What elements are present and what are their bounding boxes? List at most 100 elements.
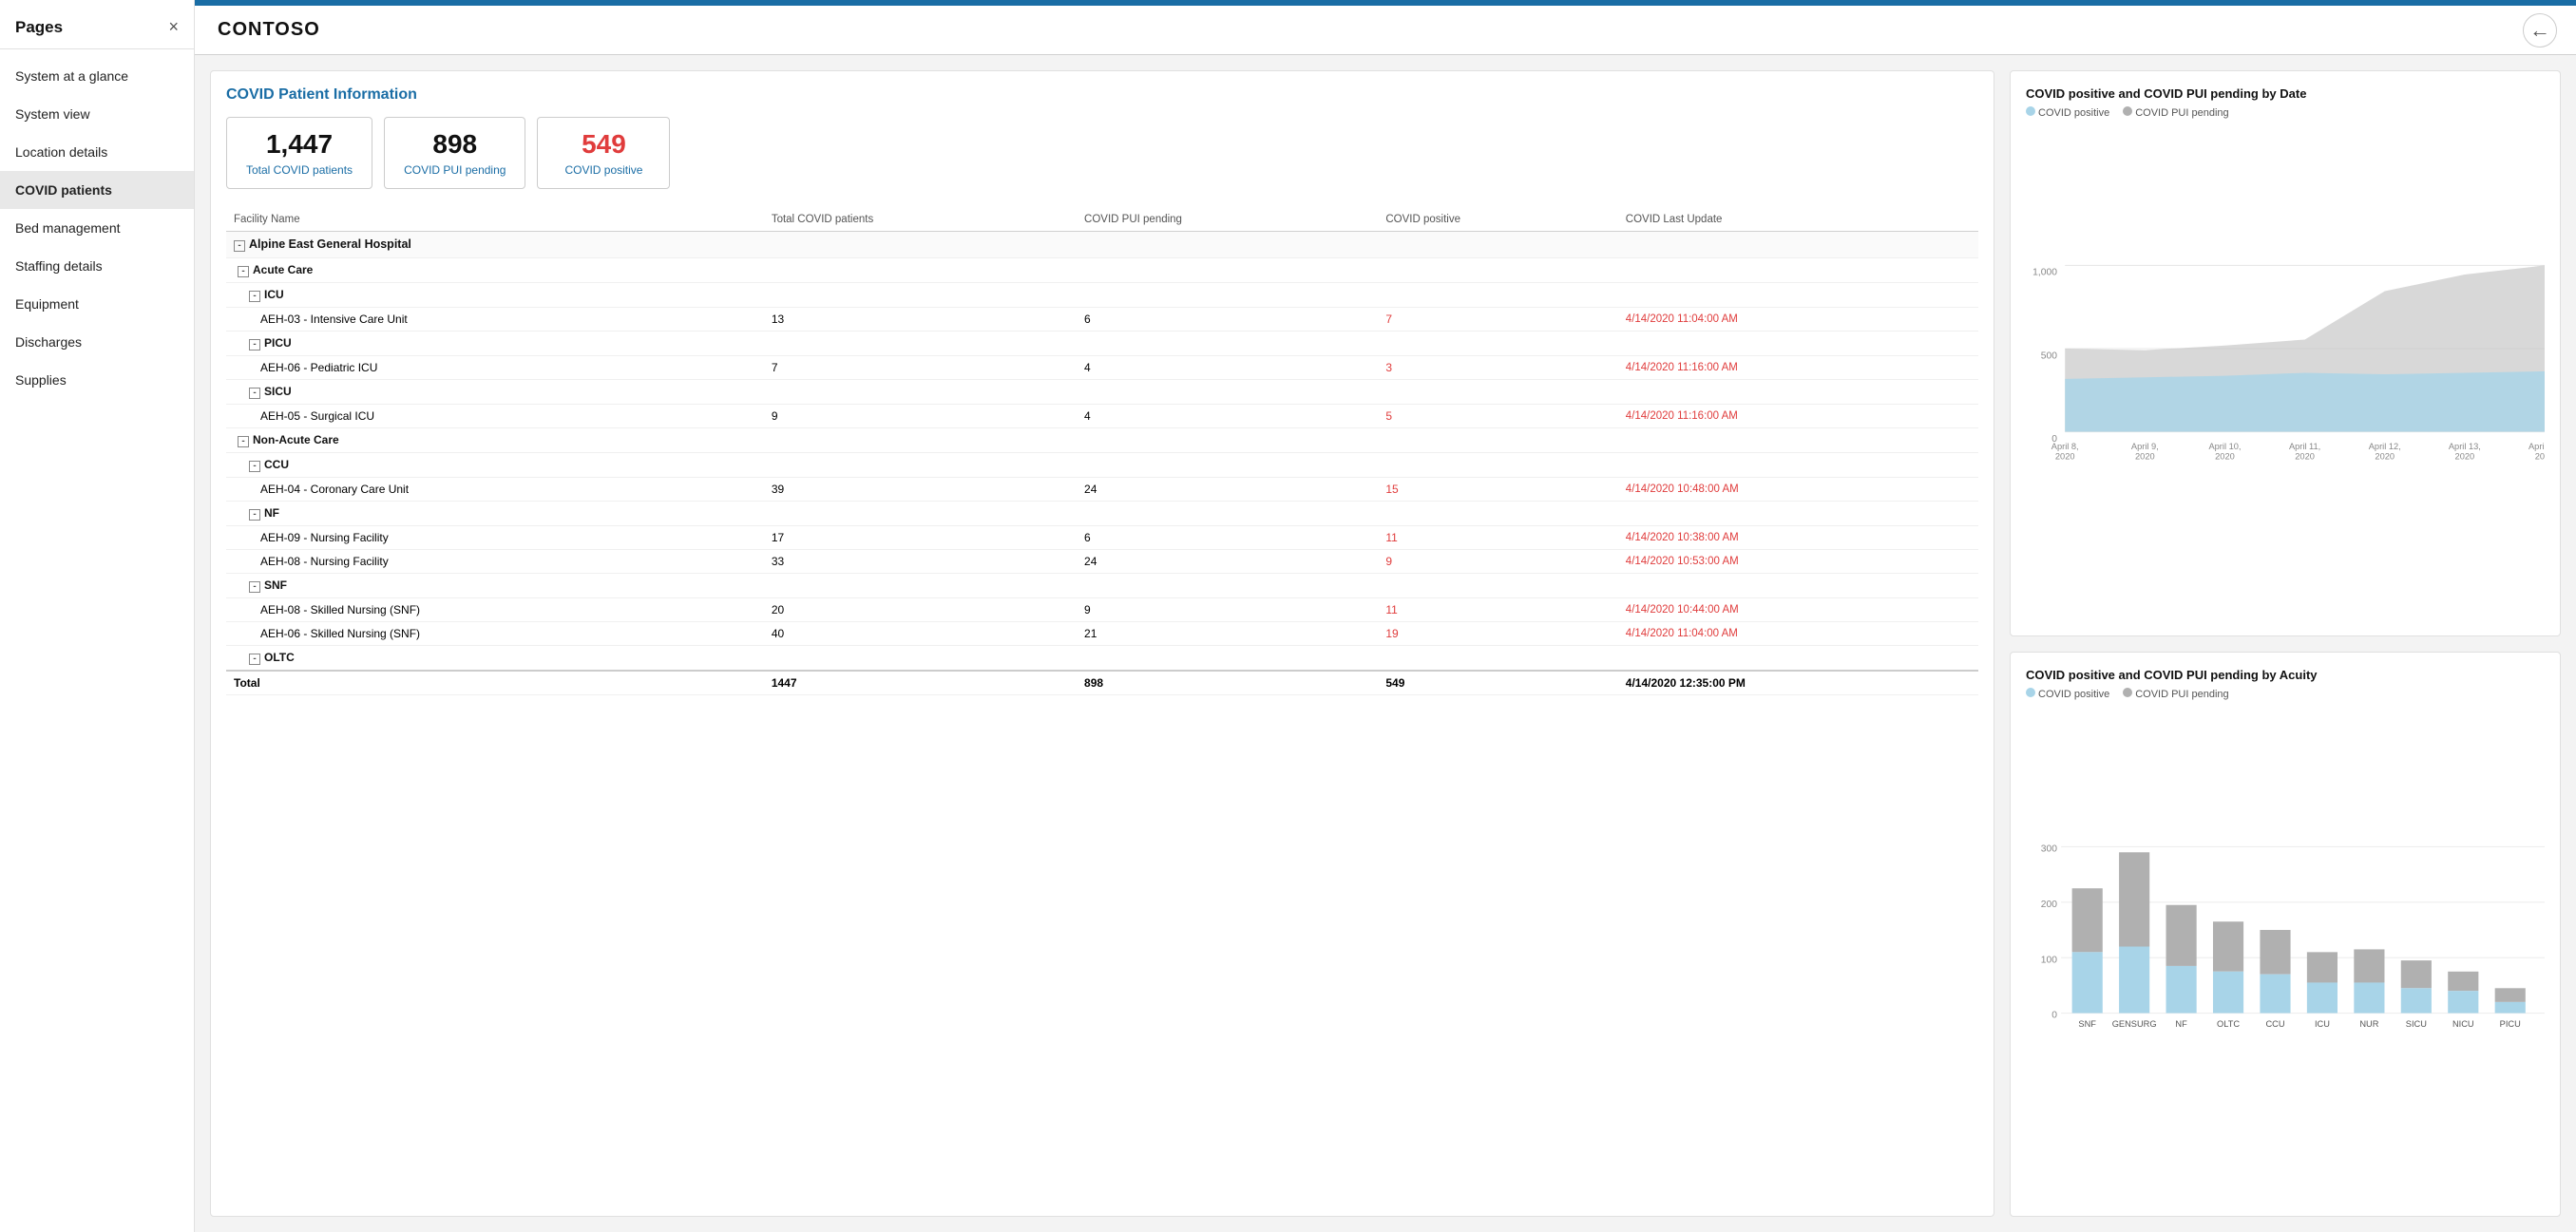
table-row: -OLTC bbox=[226, 646, 1978, 672]
sidebar: Pages × System at a glanceSystem viewLoc… bbox=[0, 0, 195, 1232]
stat-label: Total COVID patients bbox=[246, 163, 353, 177]
chart1-legend-item: COVID PUI pending bbox=[2123, 106, 2228, 119]
sidebar-nav: System at a glanceSystem viewLocation de… bbox=[0, 49, 194, 407]
left-panel: COVID Patient Information 1,447 Total COV… bbox=[210, 70, 1994, 1217]
stat-label: COVID PUI pending bbox=[404, 163, 506, 177]
table-row: AEH-03 - Intensive Care Unit13674/14/202… bbox=[226, 308, 1978, 332]
sidebar-item[interactable]: Supplies bbox=[0, 361, 194, 399]
svg-text:2020: 2020 bbox=[2295, 451, 2315, 461]
svg-text:NUR: NUR bbox=[2359, 1018, 2378, 1028]
chart1-area: 1,0005000April 8,2020April 9,2020April 1… bbox=[2026, 126, 2545, 620]
back-button[interactable]: ← bbox=[2523, 13, 2557, 47]
svg-text:April 12,: April 12, bbox=[2369, 442, 2401, 451]
svg-text:SICU: SICU bbox=[2406, 1018, 2427, 1028]
svg-text:April 14,: April 14, bbox=[2528, 442, 2545, 451]
svg-text:1,000: 1,000 bbox=[2032, 268, 2057, 278]
table-row: -PICU bbox=[226, 332, 1978, 356]
svg-text:2020: 2020 bbox=[2215, 451, 2235, 461]
sidebar-item[interactable]: Bed management bbox=[0, 209, 194, 247]
sidebar-item[interactable]: COVID patients bbox=[0, 171, 194, 209]
svg-text:0: 0 bbox=[2051, 1010, 2057, 1020]
table-row: -Alpine East General Hospital bbox=[226, 232, 1978, 258]
chart2-area: 300 200 100 0 SNF GENSURG NF OLTC CCU ICU NUR SICU N… bbox=[2026, 708, 2545, 1202]
table-row: -SNF bbox=[226, 574, 1978, 598]
main-content: CONTOSO ← COVID Patient Information 1,44… bbox=[195, 0, 2576, 1232]
table-row: -ICU bbox=[226, 283, 1978, 308]
svg-text:NF: NF bbox=[2175, 1018, 2187, 1028]
svg-text:PICU: PICU bbox=[2500, 1018, 2521, 1028]
stat-card: 898 COVID PUI pending bbox=[384, 117, 525, 189]
table-row: AEH-06 - Skilled Nursing (SNF)4021194/14… bbox=[226, 622, 1978, 646]
svg-text:April 10,: April 10, bbox=[2208, 442, 2241, 451]
svg-text:2020: 2020 bbox=[2055, 451, 2075, 461]
sidebar-item[interactable]: System at a glance bbox=[0, 57, 194, 95]
table-row: AEH-05 - Surgical ICU9454/14/2020 11:16:… bbox=[226, 405, 1978, 428]
right-panel: COVID positive and COVID PUI pending by … bbox=[2010, 70, 2561, 1217]
table-row: AEH-08 - Nursing Facility332494/14/2020 … bbox=[226, 550, 1978, 574]
table-header-cell: COVID PUI pending bbox=[1077, 208, 1378, 232]
stat-value: 1,447 bbox=[246, 129, 353, 160]
svg-text:500: 500 bbox=[2041, 351, 2057, 361]
svg-text:April 8,: April 8, bbox=[2051, 442, 2079, 451]
table-row: -CCU bbox=[226, 453, 1978, 478]
table-row: Total14478985494/14/2020 12:35:00 PM bbox=[226, 671, 1978, 695]
sidebar-item[interactable]: Staffing details bbox=[0, 247, 194, 285]
table-row: -Non-Acute Care bbox=[226, 428, 1978, 453]
section-title: COVID Patient Information bbox=[226, 86, 1978, 104]
chart1-svg: 1,0005000April 8,2020April 9,2020April 1… bbox=[2026, 126, 2545, 620]
stat-card: 1,447 Total COVID patients bbox=[226, 117, 372, 189]
table-row: AEH-08 - Skilled Nursing (SNF)209114/14/… bbox=[226, 598, 1978, 622]
sidebar-item[interactable]: Location details bbox=[0, 133, 194, 171]
svg-text:April 9,: April 9, bbox=[2131, 442, 2159, 451]
table-row: AEH-06 - Pediatric ICU7434/14/2020 11:16… bbox=[226, 356, 1978, 380]
stat-card: 549 COVID positive bbox=[537, 117, 670, 189]
table-header-cell: COVID Last Update bbox=[1618, 208, 1978, 232]
chart1-title: COVID positive and COVID PUI pending by … bbox=[2026, 86, 2545, 101]
stat-value: 898 bbox=[404, 129, 506, 160]
chart2-legend-item: COVID PUI pending bbox=[2123, 688, 2228, 700]
chart1-legend: COVID positive COVID PUI pending bbox=[2026, 106, 2545, 119]
topbar-title: CONTOSO bbox=[218, 19, 320, 41]
svg-text:OLTC: OLTC bbox=[2217, 1018, 2240, 1028]
chart2-title: COVID positive and COVID PUI pending by … bbox=[2026, 668, 2545, 682]
svg-text:200: 200 bbox=[2041, 899, 2057, 909]
svg-text:April 13,: April 13, bbox=[2449, 442, 2481, 451]
sidebar-close-button[interactable]: × bbox=[168, 17, 179, 37]
table-row: -Acute Care bbox=[226, 258, 1978, 283]
svg-text:April 11,: April 11, bbox=[2289, 442, 2320, 451]
svg-text:SNF: SNF bbox=[2078, 1018, 2096, 1028]
stat-label: COVID positive bbox=[557, 163, 650, 177]
chart2-legend: COVID positive COVID PUI pending bbox=[2026, 688, 2545, 700]
svg-text:100: 100 bbox=[2041, 955, 2057, 965]
content-area: COVID Patient Information 1,447 Total COV… bbox=[195, 55, 2576, 1232]
chart1-legend-item: COVID positive bbox=[2026, 106, 2109, 119]
svg-text:NICU: NICU bbox=[2452, 1018, 2474, 1028]
sidebar-title: Pages bbox=[15, 18, 63, 37]
table-row: AEH-09 - Nursing Facility176114/14/2020 … bbox=[226, 526, 1978, 550]
chart2-legend-item: COVID positive bbox=[2026, 688, 2109, 700]
table-header-cell: Total COVID patients bbox=[764, 208, 1077, 232]
covid-table: Facility NameTotal COVID patientsCOVID P… bbox=[226, 208, 1978, 695]
table-header-cell: COVID positive bbox=[1378, 208, 1617, 232]
sidebar-item[interactable]: Equipment bbox=[0, 285, 194, 323]
chart1-card: COVID positive and COVID PUI pending by … bbox=[2010, 70, 2561, 636]
table-header-cell: Facility Name bbox=[226, 208, 764, 232]
svg-text:2020: 2020 bbox=[2535, 451, 2545, 461]
sidebar-header: Pages × bbox=[0, 0, 194, 49]
svg-text:ICU: ICU bbox=[2315, 1018, 2330, 1028]
stats-row: 1,447 Total COVID patients 898 COVID PUI pe… bbox=[226, 117, 1978, 189]
sidebar-item[interactable]: System view bbox=[0, 95, 194, 133]
table-row: AEH-04 - Coronary Care Unit3924154/14/20… bbox=[226, 478, 1978, 502]
stat-value: 549 bbox=[557, 129, 650, 160]
svg-text:GENSURG: GENSURG bbox=[2112, 1018, 2157, 1028]
table-row: -SICU bbox=[226, 380, 1978, 405]
chart2-card: COVID positive and COVID PUI pending by … bbox=[2010, 652, 2561, 1218]
svg-text:2020: 2020 bbox=[2455, 451, 2475, 461]
sidebar-item[interactable]: Discharges bbox=[0, 323, 194, 361]
topbar: CONTOSO ← bbox=[195, 6, 2576, 55]
chart2-svg: 300 200 100 0 SNF GENSURG NF OLTC CCU ICU NUR SICU N… bbox=[2026, 708, 2545, 1202]
svg-text:2020: 2020 bbox=[2135, 451, 2155, 461]
table-container[interactable]: Facility NameTotal COVID patientsCOVID P… bbox=[226, 208, 1978, 1201]
svg-text:CCU: CCU bbox=[2265, 1018, 2284, 1028]
svg-text:300: 300 bbox=[2041, 843, 2057, 854]
